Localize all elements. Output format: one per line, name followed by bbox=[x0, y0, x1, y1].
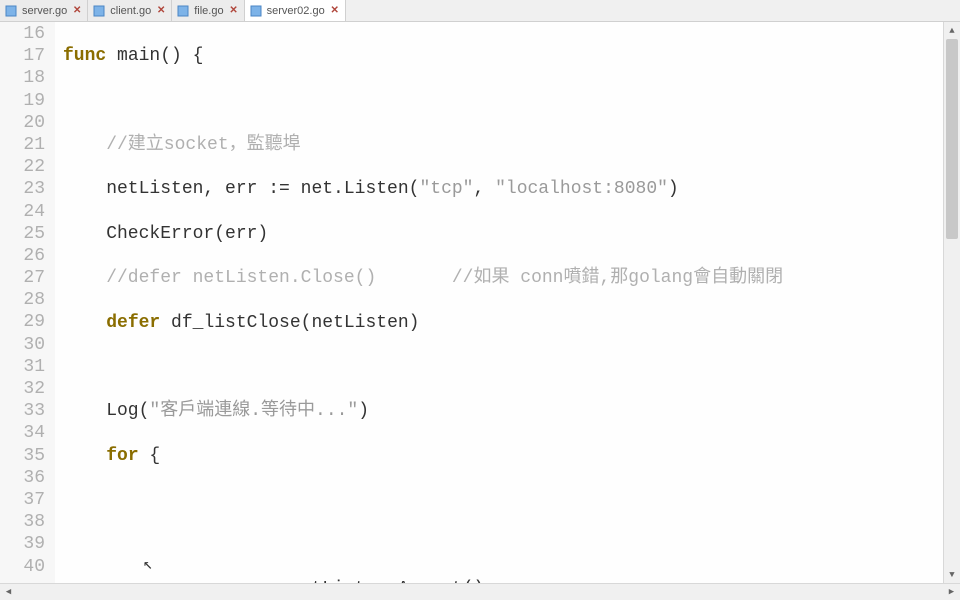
cursor-pointer-icon: ↖ bbox=[143, 554, 153, 576]
keyword-func: func bbox=[63, 46, 106, 66]
line-number: 40 bbox=[0, 556, 45, 578]
line-number: 37 bbox=[0, 489, 45, 511]
line-number: 30 bbox=[0, 334, 45, 356]
line-number: 20 bbox=[0, 112, 45, 134]
tab-bar: server.go ✕ client.go ✕ file.go ✕ server… bbox=[0, 0, 960, 22]
line-number: 39 bbox=[0, 533, 45, 555]
comment: //建立socket，監聽埠 bbox=[63, 135, 301, 155]
file-icon bbox=[176, 4, 190, 18]
line-number: 23 bbox=[0, 178, 45, 200]
close-icon[interactable]: ✕ bbox=[228, 5, 240, 17]
tab-file-go[interactable]: file.go ✕ bbox=[172, 0, 244, 21]
tab-label: file.go bbox=[194, 5, 223, 17]
line-number: 29 bbox=[0, 311, 45, 333]
line-number: 33 bbox=[0, 400, 45, 422]
line-number: 22 bbox=[0, 156, 45, 178]
line-number: 25 bbox=[0, 223, 45, 245]
line-number: 21 bbox=[0, 134, 45, 156]
editor-area: 1617181920212223242526272829303132333435… bbox=[0, 22, 960, 583]
file-icon bbox=[4, 4, 18, 18]
scrollbar-thumb[interactable] bbox=[946, 39, 958, 239]
line-number: 16 bbox=[0, 23, 45, 45]
line-number: 18 bbox=[0, 67, 45, 89]
line-number: 38 bbox=[0, 511, 45, 533]
code-editor[interactable]: func main() { //建立socket，監聽埠 netListen, … bbox=[55, 22, 943, 583]
line-number: 17 bbox=[0, 45, 45, 67]
tab-label: server.go bbox=[22, 5, 67, 17]
scroll-down-arrow-icon[interactable]: ▼ bbox=[944, 566, 960, 583]
tab-label: server02.go bbox=[267, 5, 325, 17]
close-icon[interactable]: ✕ bbox=[329, 5, 341, 17]
scroll-right-arrow-icon[interactable]: ▶ bbox=[943, 587, 960, 597]
scroll-left-arrow-icon[interactable]: ◀ bbox=[0, 587, 17, 597]
file-icon bbox=[92, 4, 106, 18]
scroll-up-arrow-icon[interactable]: ▲ bbox=[944, 22, 960, 39]
line-number: 36 bbox=[0, 467, 45, 489]
tab-label: client.go bbox=[110, 5, 151, 17]
keyword-for: for bbox=[106, 446, 138, 466]
line-number: 28 bbox=[0, 289, 45, 311]
string: "客戶端連線.等待中..." bbox=[149, 401, 358, 421]
line-number: 35 bbox=[0, 445, 45, 467]
line-number-gutter: 1617181920212223242526272829303132333435… bbox=[0, 22, 55, 583]
tab-server02-go[interactable]: server02.go ✕ bbox=[245, 0, 346, 21]
tab-client-go[interactable]: client.go ✕ bbox=[88, 0, 172, 21]
close-icon[interactable]: ✕ bbox=[71, 5, 83, 17]
comment: //defer netListen.Close() //如果 conn噴錯,那g… bbox=[63, 268, 783, 288]
tab-server-go[interactable]: server.go ✕ bbox=[0, 0, 88, 21]
string: "localhost:8080" bbox=[495, 179, 668, 199]
line-number: 31 bbox=[0, 356, 45, 378]
line-number: 27 bbox=[0, 267, 45, 289]
string: "tcp" bbox=[419, 179, 473, 199]
close-icon[interactable]: ✕ bbox=[155, 5, 167, 17]
line-number: 34 bbox=[0, 422, 45, 444]
line-number: 19 bbox=[0, 90, 45, 112]
line-number: 32 bbox=[0, 378, 45, 400]
vertical-scrollbar[interactable]: ▲ ▼ bbox=[943, 22, 960, 583]
file-icon bbox=[249, 4, 263, 18]
line-number: 26 bbox=[0, 245, 45, 267]
line-number: 24 bbox=[0, 201, 45, 223]
keyword-defer: defer bbox=[106, 313, 160, 333]
horizontal-scrollbar[interactable]: ◀ ▶ bbox=[0, 583, 960, 600]
